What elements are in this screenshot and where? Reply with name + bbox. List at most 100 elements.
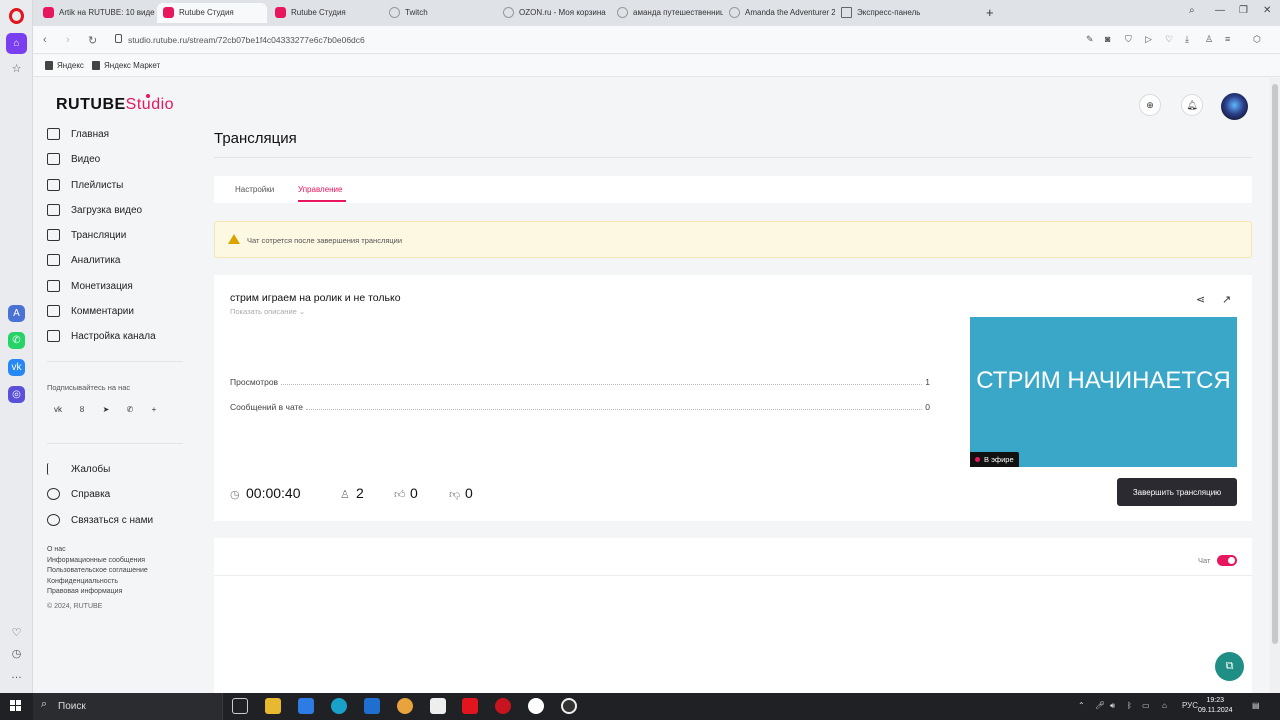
taskbar-search[interactable]: ⌕ Поиск [33, 693, 223, 720]
vk-icon[interactable]: vk [52, 405, 64, 414]
footer-link[interactable]: Правовая информация [47, 587, 148, 598]
store-icon[interactable] [430, 698, 446, 714]
network-icon[interactable]: ⌂ [1162, 701, 1167, 710]
yandex-browser-icon[interactable] [528, 698, 544, 714]
search-tabs-icon[interactable]: ⌕ [1189, 5, 1195, 16]
share-icon[interactable]: ⋖ [1196, 293, 1205, 306]
menu-icon[interactable]: ≡ [1225, 34, 1230, 44]
microphone-icon[interactable]: 🎤︎ [1095, 701, 1105, 710]
search-favicon-icon [617, 7, 628, 18]
tab-management[interactable]: Управление [298, 185, 342, 194]
file-explorer-icon[interactable] [265, 698, 281, 714]
aria-icon[interactable]: A [8, 305, 25, 322]
language-indicator[interactable]: РУС [1182, 701, 1198, 710]
sidebar-item-comments[interactable]: Комментарии [47, 303, 187, 328]
show-description-link[interactable]: Показать описание ⌄ [230, 307, 305, 316]
end-stream-button[interactable]: Завершить трансляцию [1117, 478, 1237, 506]
external-link-icon[interactable]: ↗ [1222, 293, 1231, 306]
minimize-icon[interactable]: — [1215, 5, 1225, 16]
sidebar-item-streams[interactable]: Трансляции [47, 227, 187, 252]
play-icon[interactable]: ▷ [1145, 34, 1152, 45]
avatar[interactable] [1221, 93, 1248, 120]
profile-icon[interactable]: ♙ [1205, 34, 1213, 45]
edge-icon[interactable] [331, 698, 347, 714]
close-icon[interactable]: ✕ [1263, 5, 1271, 16]
add-content-icon[interactable]: ⊕ [1139, 94, 1161, 116]
browser-tab[interactable]: OZON.ru - Моя корзина [497, 3, 609, 23]
chat-toggle[interactable] [1217, 555, 1237, 566]
reload-icon[interactable]: ↻ [88, 34, 97, 47]
support-chat-icon[interactable]: ⧉ [1215, 652, 1244, 681]
sidebar-item-label: Настройка канала [71, 331, 156, 343]
footer-link[interactable]: О нас [47, 545, 148, 556]
yandex-icon[interactable] [462, 698, 478, 714]
opera-logo-icon[interactable] [9, 8, 24, 24]
browser-tab[interactable]: Artik на RUTUBE: 10 видео [37, 3, 155, 23]
notifications-icon[interactable]: ▤ [1252, 701, 1260, 710]
display-icon[interactable]: ▭ [1142, 701, 1150, 710]
more-icon[interactable]: … [10, 669, 23, 682]
download-icon[interactable]: ⤓ [1185, 34, 1189, 45]
browser-tab[interactable]: Twitch [383, 3, 495, 23]
vk-icon[interactable]: vk [8, 359, 25, 376]
extensions-icon[interactable]: ⬡ [1253, 34, 1261, 45]
desktop-app-icon[interactable] [298, 698, 314, 714]
shield-icon[interactable]: ⛉ [1125, 34, 1132, 45]
chrome-icon[interactable] [397, 698, 413, 714]
volume-icon[interactable]: 🔊︎ [1110, 701, 1115, 711]
windows-start-icon[interactable] [10, 700, 22, 712]
telegram-icon[interactable]: ➤ [100, 405, 112, 414]
heart-icon[interactable]: ♡ [10, 627, 23, 640]
back-icon[interactable]: ‹ [43, 34, 47, 46]
workspace-icon[interactable]: ⌂ [6, 33, 27, 54]
footer-link[interactable]: Пользовательское соглашение [47, 566, 148, 577]
forward-icon[interactable]: › [66, 34, 70, 46]
sidebar-item-complaints[interactable]: Жалобы [47, 461, 187, 486]
browser-tab[interactable]: аманда путешественница [611, 3, 723, 23]
bluetooth-icon[interactable]: ᛒ [1127, 701, 1132, 710]
bookmark-item[interactable]: Яндекс [45, 61, 84, 70]
stream-preview[interactable]: СТРИМ НАЧИНАЕТСЯ В эфире [970, 317, 1237, 467]
sidebar-item-home[interactable]: Главная [47, 126, 187, 151]
browser-tab[interactable]: Amanda the Adventurer 2 [723, 3, 835, 23]
footer-link[interactable]: Конфиденциальность [47, 577, 148, 588]
taskbar-clock[interactable]: 19:23 09.11.2024 [1198, 696, 1233, 716]
opera-icon[interactable] [495, 698, 511, 714]
sidebar-item-video[interactable]: Видео [47, 151, 187, 176]
restore-icon[interactable]: ❐ [1239, 5, 1248, 16]
sidebar-item-monetization[interactable]: Монетизация [47, 278, 187, 303]
browser-tab[interactable]: Экспресс-панель [835, 3, 947, 23]
viber-icon[interactable]: ✆ [124, 405, 136, 414]
scrollbar-thumb[interactable] [1272, 84, 1278, 644]
star-icon[interactable]: ☆ [10, 63, 23, 76]
mail-icon[interactable] [364, 698, 380, 714]
sidebar-item-analytics[interactable]: Аналитика [47, 252, 187, 277]
url-field[interactable]: studio.rutube.ru/stream/72cb07be1f4c0433… [128, 35, 365, 45]
sidebar-item-contact[interactable]: Связаться с нами [47, 512, 187, 537]
more-socials-icon[interactable]: + [148, 405, 160, 414]
app-icon[interactable]: ◎ [8, 386, 25, 403]
tab-settings[interactable]: Настройки [235, 185, 274, 194]
whatsapp-icon[interactable]: ✆ [8, 332, 25, 349]
heart-icon[interactable]: ♡ [1165, 34, 1173, 45]
browser-tab[interactable]: Rutube Студия [269, 3, 381, 23]
edit-icon[interactable]: ✎ [1086, 34, 1094, 45]
history-icon[interactable]: ◷ [10, 648, 23, 661]
ok-icon[interactable]: ȣ [76, 405, 88, 414]
tab-label: Amanda the Adventurer 2 [745, 8, 835, 17]
camera-icon[interactable]: ◙ [1105, 34, 1110, 44]
tray-expand-icon[interactable]: ⌃ [1078, 701, 1085, 710]
sidebar-item-help[interactable]: Справка [47, 486, 187, 511]
notification-bell-icon[interactable]: 🔔︎ [1181, 94, 1203, 116]
task-view-icon[interactable] [232, 698, 248, 714]
sidebar-item-upload[interactable]: Загрузка видео [47, 202, 187, 227]
browser-tab-active[interactable]: Rutube Студия [157, 3, 267, 23]
obs-icon[interactable] [561, 698, 577, 714]
footer-link[interactable]: Информационные сообщения [47, 556, 148, 567]
bookmark-item[interactable]: Яндекс Маркет [92, 61, 160, 70]
new-tab-icon[interactable]: + [986, 5, 994, 20]
sidebar-item-channel-settings[interactable]: Настройка канала [47, 328, 187, 353]
sidebar-item-playlists[interactable]: Плейлисты [47, 177, 187, 202]
page-scrollbar[interactable] [1270, 78, 1280, 693]
rutube-studio-logo[interactable]: RUTUBE Studio [56, 94, 174, 114]
